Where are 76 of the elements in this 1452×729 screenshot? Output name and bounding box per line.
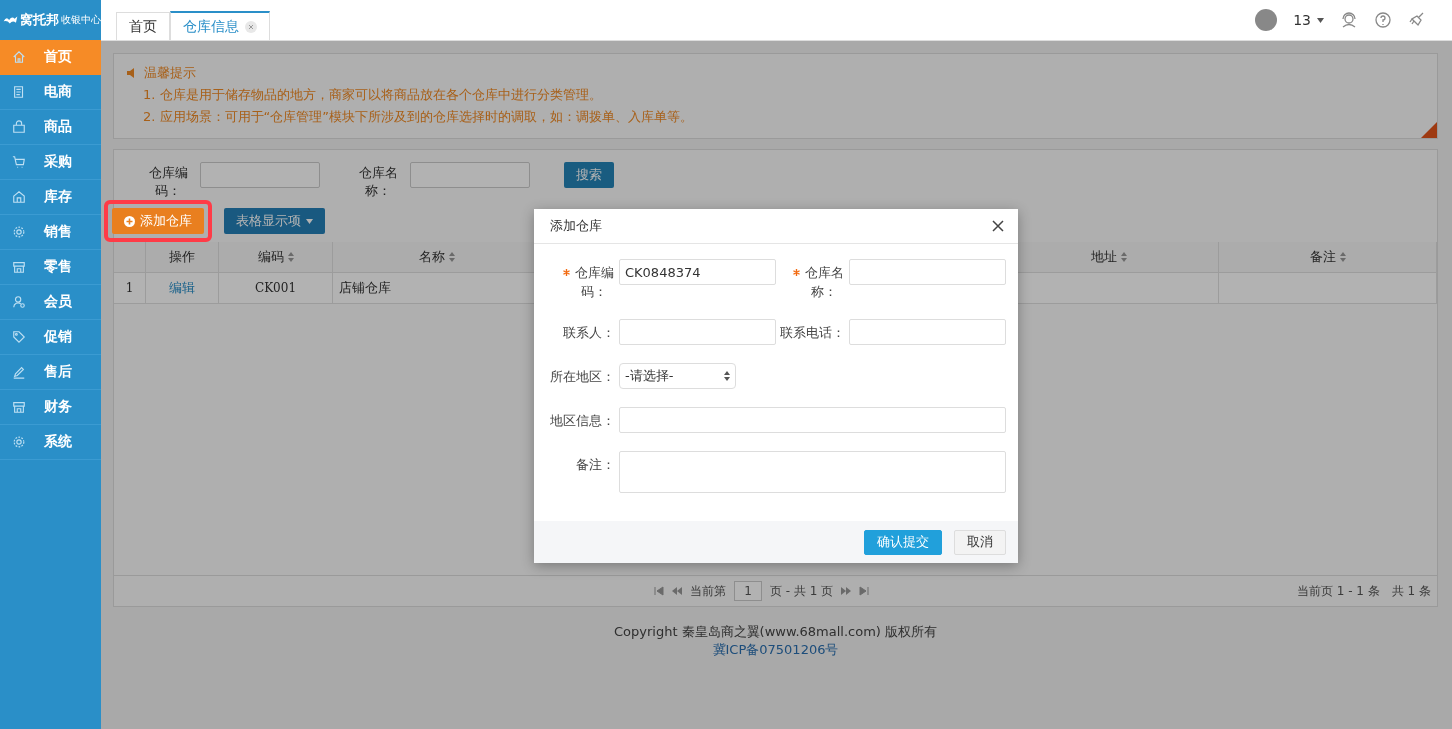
required-icon	[563, 269, 570, 276]
field-label: 备注：	[576, 456, 615, 474]
field-label: 所在地区：	[550, 368, 615, 386]
doc-icon	[12, 85, 26, 99]
pen-icon	[12, 365, 26, 379]
caret-icon[interactable]	[1317, 17, 1324, 23]
region-select[interactable]: -请选择-	[619, 363, 736, 389]
sidebar-item[interactable]: 首页	[0, 40, 101, 75]
submit-button[interactable]: 确认提交	[864, 529, 942, 555]
logo-subtitle: 收银中心	[61, 13, 101, 27]
icp-link[interactable]: 冀ICP备07501206号	[712, 641, 839, 659]
last-page-icon[interactable]	[859, 586, 870, 596]
tips-title: 温馨提示	[144, 64, 196, 82]
close-icon[interactable]	[992, 220, 1004, 232]
pager-text: 当前第	[690, 582, 726, 600]
tip-text: 1. 仓库是用于储存物品的地方，商家可以将商品放在各个仓库中进行分类管理。	[142, 86, 603, 104]
sort-icon[interactable]	[1339, 252, 1346, 262]
tip-text: 2. 应用场景：可用于“仓库管理”模块下所涉及到的仓库选择时的调取，如：调拨单、入库单等。	[142, 108, 694, 126]
search-label: 仓库编码：	[147, 164, 189, 200]
store-icon	[12, 260, 26, 274]
tag-icon	[12, 330, 26, 344]
row-number: 1	[114, 273, 146, 304]
previous-page-icon[interactable]	[672, 586, 682, 596]
record-summary: 当前页 1 - 1 条 共 1 条	[1296, 582, 1431, 600]
logo-text: 窝托邦	[20, 11, 59, 29]
help-icon[interactable]	[1374, 11, 1392, 29]
first-page-icon[interactable]	[654, 586, 664, 596]
field-label: 仓库名称：	[803, 264, 845, 301]
column-options-button[interactable]: 表格显示项	[224, 208, 325, 234]
user-icon	[12, 295, 26, 309]
store-icon	[12, 400, 26, 414]
plus-icon	[124, 215, 135, 227]
search-field[interactable]	[200, 162, 320, 188]
headset-icon[interactable]	[1340, 11, 1358, 29]
search-button[interactable]: 搜索	[564, 162, 614, 188]
gear-icon	[12, 225, 26, 239]
tab[interactable]: 仓库信息	[170, 11, 270, 40]
required-icon	[793, 269, 800, 276]
avatar[interactable]	[1255, 9, 1278, 31]
table-cell: CK001	[219, 273, 333, 304]
input-field[interactable]	[619, 407, 1006, 433]
input-field[interactable]: CK0848374	[619, 259, 776, 285]
field-label: 仓库编码：	[573, 264, 615, 301]
cancel-button[interactable]: 取消	[954, 529, 1006, 555]
house-icon	[12, 190, 26, 204]
column-header[interactable]: 备注	[1219, 242, 1437, 273]
pager-text: 页 - 共 1 页	[770, 582, 834, 600]
input-field[interactable]	[619, 319, 776, 345]
column-header[interactable]: 编码	[219, 242, 333, 273]
textarea-field[interactable]	[619, 451, 1006, 493]
page-input[interactable]: 1	[734, 581, 762, 601]
input-field[interactable]	[849, 259, 1006, 285]
next-page-icon[interactable]	[841, 586, 852, 596]
dialog-title: 添加仓库	[550, 217, 603, 235]
user-name[interactable]: 13	[1293, 12, 1324, 28]
copyright-text: Copyright 秦皇岛商之翼(www.68mall.com) 版权所有	[613, 623, 938, 641]
bag-icon	[12, 120, 26, 134]
search-field[interactable]	[410, 162, 530, 188]
field-label: 地区信息：	[550, 412, 615, 430]
add-warehouse-button[interactable]: 添加仓库	[112, 208, 204, 234]
sort-icon[interactable]	[287, 252, 294, 262]
field-label: 联系人：	[563, 324, 615, 342]
caret-icon	[306, 218, 313, 224]
sort-arrows-icon	[724, 371, 730, 381]
sort-icon[interactable]	[1120, 252, 1127, 262]
column-header[interactable]: 操作	[146, 242, 219, 273]
search-label: 仓库名称：	[357, 164, 399, 200]
home-icon	[12, 50, 26, 64]
field-label: 联系电话：	[780, 324, 845, 342]
input-field[interactable]	[849, 319, 1006, 345]
cart-icon	[12, 155, 26, 169]
sort-icon[interactable]	[448, 252, 455, 262]
edit-link[interactable]: 编辑	[169, 279, 195, 297]
tab[interactable]: 首页	[116, 12, 170, 40]
gear-icon	[12, 435, 26, 449]
corner-mark[interactable]	[1421, 122, 1437, 138]
